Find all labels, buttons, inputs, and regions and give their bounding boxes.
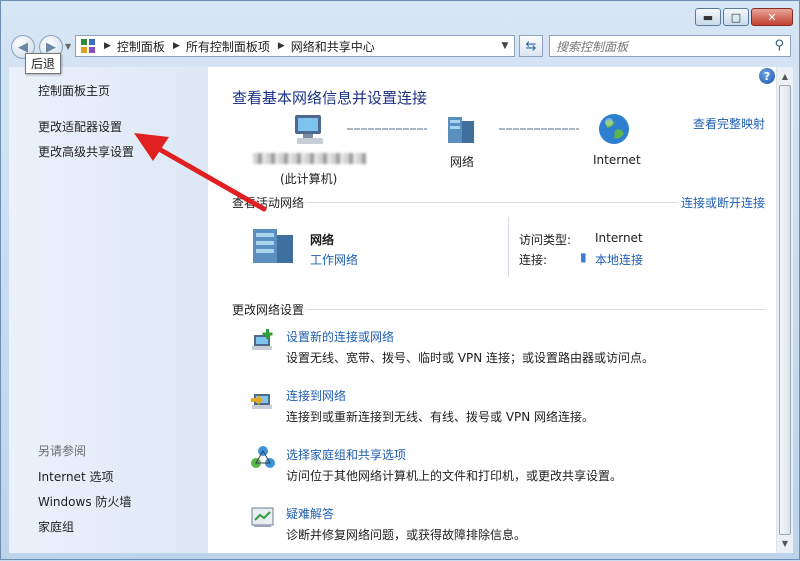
breadcrumb-control-panel[interactable]: 控制面板 [117, 38, 165, 55]
task-description: 连接到或重新连接到无线、有线、拨号或 VPN 网络连接。 [286, 410, 595, 424]
task-title[interactable]: 选择家庭组和共享选项 [286, 446, 406, 463]
maximize-button[interactable]: □ [723, 8, 749, 26]
sidebar-control-panel-home[interactable]: 控制面板主页 [38, 82, 110, 99]
task-title[interactable]: 连接到网络 [286, 387, 346, 404]
close-button[interactable]: ✕ [751, 8, 793, 26]
scrollbar-thumb[interactable] [779, 85, 791, 535]
history-dropdown-icon[interactable]: ▼ [65, 42, 71, 51]
help-icon[interactable]: ? [759, 68, 775, 84]
see-also-header: 另请参阅 [38, 444, 87, 458]
internet-globe-icon[interactable] [597, 112, 631, 146]
sidebar-change-advanced-sharing[interactable]: 更改高级共享设置 [38, 143, 134, 160]
computer-name-redacted [253, 153, 366, 164]
access-type-label: 访问类型: [519, 233, 572, 247]
task-description: 设置无线、宽带、拨号、临时或 VPN 连接；或设置路由器或访问点。 [286, 351, 655, 365]
breadcrumb-separator-icon[interactable]: ▶ [173, 41, 180, 51]
caption-buttons: ▬ □ ✕ [695, 8, 793, 26]
access-type-value: Internet [595, 231, 643, 245]
vertical-scrollbar[interactable]: ▲ ▼ [776, 67, 793, 553]
search-input[interactable] [554, 37, 768, 57]
troubleshoot-icon[interactable] [250, 504, 276, 530]
sidebar-homegroup[interactable]: 家庭组 [38, 518, 74, 535]
network-icon[interactable] [445, 113, 479, 147]
computer-caption: (此计算机) [280, 172, 338, 186]
map-connection-line [347, 128, 427, 130]
network-sharing-center-window: ▬ □ ✕ ◀ ▶ ▼ 后退 ▶ 控制面板 ▶ 所有控制面板项 ▶ 网络和共享中… [0, 0, 800, 560]
vertical-divider [508, 217, 509, 277]
minimize-button[interactable]: ▬ [695, 8, 721, 26]
computer-icon[interactable] [291, 113, 331, 147]
task-title[interactable]: 疑难解答 [286, 505, 334, 522]
active-networks-header: 查看活动网络 [232, 196, 305, 210]
breadcrumb-separator-icon[interactable]: ▶ [278, 41, 285, 51]
sidebar-windows-firewall[interactable]: Windows 防火墙 [38, 493, 131, 510]
connect-disconnect-link[interactable]: 连接或断开连接 [681, 194, 765, 211]
sidebar-internet-options[interactable]: Internet 选项 [38, 468, 113, 485]
local-connection-link[interactable]: 本地连接 [595, 251, 643, 268]
section-divider [306, 309, 766, 310]
new-connection-icon[interactable] [250, 327, 276, 353]
scroll-down-icon[interactable]: ▼ [777, 535, 793, 551]
search-box[interactable]: ⚲ [549, 35, 791, 57]
internet-node-label: Internet [593, 153, 641, 167]
network-type-link[interactable]: 工作网络 [310, 251, 358, 268]
active-network-icon[interactable] [251, 223, 297, 265]
connect-network-icon[interactable] [250, 386, 276, 412]
change-settings-header: 更改网络设置 [232, 303, 305, 317]
task-title[interactable]: 设置新的连接或网络 [286, 328, 394, 345]
scroll-up-icon[interactable]: ▲ [777, 68, 793, 84]
map-connection-line [499, 128, 579, 130]
left-navigation-pane: 控制面板主页 更改适配器设置 更改高级共享设置 另请参阅 Internet 选项… [9, 67, 208, 553]
breadcrumb-separator-icon[interactable]: ▶ [104, 41, 111, 51]
active-network-name: 网络 [310, 233, 335, 247]
breadcrumb-network-center[interactable]: 网络和共享中心 [291, 38, 375, 55]
search-icon[interactable]: ⚲ [774, 38, 784, 53]
network-node-label: 网络 [450, 155, 475, 169]
ethernet-icon: ▮ [580, 250, 587, 264]
task-description: 访问位于其他网络计算机上的文件和打印机，或更改共享设置。 [286, 469, 623, 483]
connections-label: 连接: [519, 253, 548, 267]
view-full-map-link[interactable]: 查看完整映射 [693, 115, 765, 132]
homegroup-icon[interactable] [250, 445, 276, 471]
address-dropdown-icon[interactable]: ▼ [498, 38, 512, 54]
section-divider [306, 202, 678, 203]
refresh-icon: ⇆ [525, 38, 537, 54]
sidebar-change-adapter-settings[interactable]: 更改适配器设置 [38, 118, 122, 135]
task-description: 诊断并修复网络问题，或获得故障排除信息。 [286, 528, 527, 542]
page-title: 查看基本网络信息并设置连接 [232, 89, 428, 107]
breadcrumb-all-items[interactable]: 所有控制面板项 [186, 38, 270, 55]
address-bar[interactable]: ▶ 控制面板 ▶ 所有控制面板项 ▶ 网络和共享中心 ▼ [75, 35, 515, 57]
back-tooltip: 后退 [25, 53, 62, 74]
refresh-button[interactable]: ⇆ [519, 35, 543, 57]
control-panel-icon [81, 39, 95, 53]
